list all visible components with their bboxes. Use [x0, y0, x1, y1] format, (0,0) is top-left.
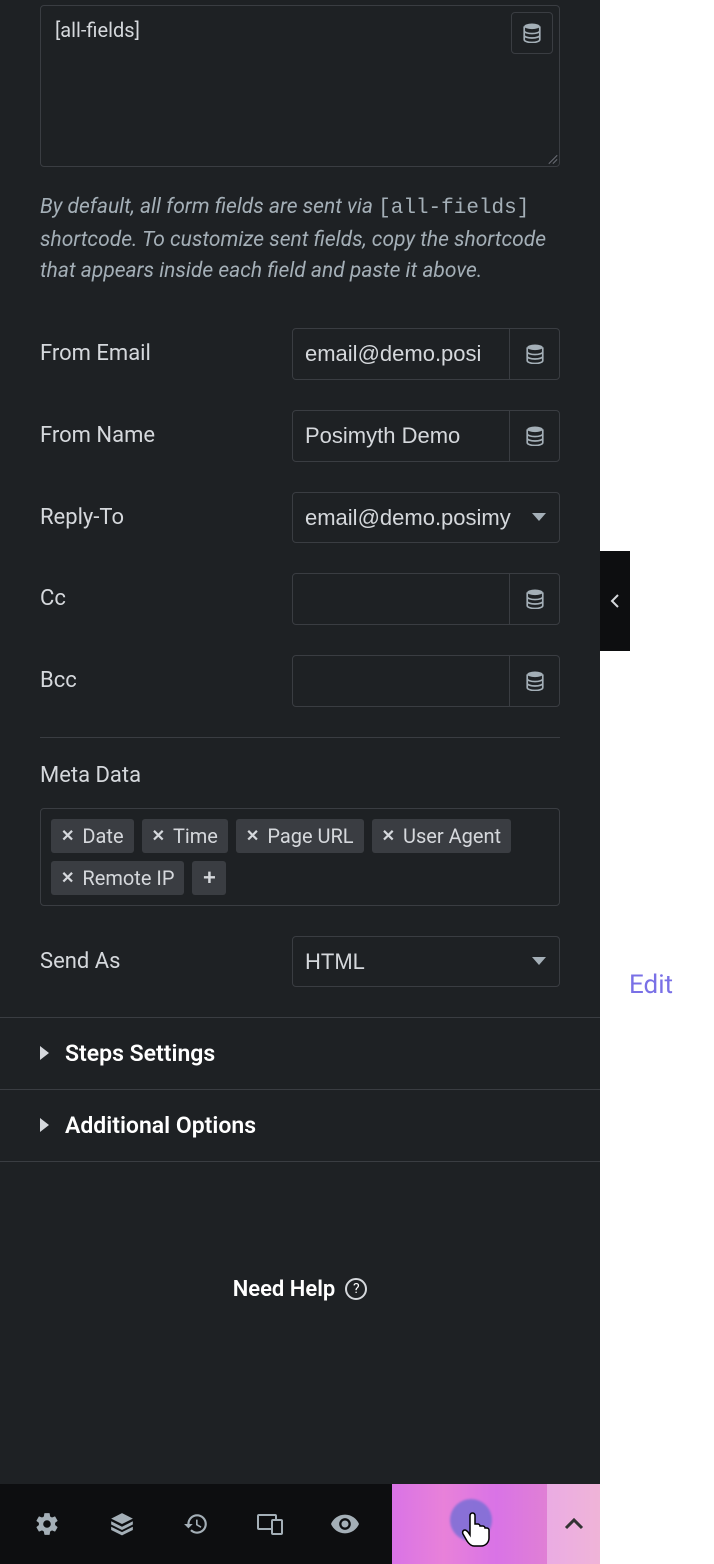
collapse-panel-button[interactable]: [600, 551, 630, 651]
from-name-input[interactable]: [293, 411, 509, 461]
preview-button[interactable]: [325, 1504, 365, 1544]
from-email-label: From Email: [40, 341, 151, 366]
from-name-label: From Name: [40, 423, 155, 448]
responsive-button[interactable]: [250, 1504, 290, 1544]
email-settings-section: [all-fields] By default, all form fields…: [0, 5, 600, 987]
steps-settings-title: Steps Settings: [65, 1040, 215, 1067]
chevron-left-icon: [610, 593, 620, 609]
from-email-control: [292, 328, 560, 380]
publish-button[interactable]: [392, 1484, 600, 1564]
publish-options-button[interactable]: [547, 1484, 600, 1564]
message-body-input[interactable]: [all-fields]: [41, 6, 559, 166]
steps-settings-accordion[interactable]: Steps Settings: [0, 1017, 600, 1089]
editor-panel: [all-fields] By default, all form fields…: [0, 0, 600, 1564]
bcc-dynamic-button[interactable]: [509, 656, 559, 706]
meta-tag[interactable]: ✕User Agent: [372, 819, 512, 853]
additional-options-accordion[interactable]: Additional Options: [0, 1089, 600, 1162]
database-icon: [526, 589, 544, 609]
help-icon: ?: [345, 1278, 367, 1300]
navigator-button[interactable]: [102, 1504, 142, 1544]
eye-icon: [331, 1514, 359, 1534]
meta-tag[interactable]: ✕Date: [51, 819, 134, 853]
from-email-row: From Email: [40, 328, 560, 380]
bcc-input[interactable]: [293, 656, 509, 706]
reply-to-select[interactable]: email@demo.posimy: [292, 492, 560, 543]
send-as-label: Send As: [40, 949, 120, 974]
meta-tag[interactable]: ✕Remote IP: [51, 861, 184, 895]
additional-options-title: Additional Options: [65, 1112, 256, 1139]
from-name-row: From Name: [40, 410, 560, 462]
cc-label: Cc: [40, 586, 66, 611]
bcc-label: Bcc: [40, 668, 77, 693]
close-icon[interactable]: ✕: [61, 826, 74, 845]
history-icon: [183, 1511, 209, 1537]
from-name-dynamic-button[interactable]: [509, 411, 559, 461]
bottom-toolbar: [0, 1484, 600, 1564]
add-meta-button[interactable]: +: [192, 861, 226, 895]
history-button[interactable]: [176, 1504, 216, 1544]
reply-to-row: Reply-To email@demo.posimy: [40, 492, 560, 543]
database-icon: [526, 671, 544, 691]
from-name-control: [292, 410, 560, 462]
cc-dynamic-button[interactable]: [509, 574, 559, 624]
chevron-up-icon: [564, 1518, 584, 1530]
edit-link[interactable]: Edit: [629, 970, 673, 1000]
bcc-control: [292, 655, 560, 707]
caret-right-icon: [40, 1118, 49, 1132]
divider: [40, 737, 560, 738]
meta-data-label: Meta Data: [40, 763, 560, 788]
message-body-wrapper: [all-fields]: [40, 5, 560, 167]
cc-input[interactable]: [293, 574, 509, 624]
close-icon[interactable]: ✕: [152, 826, 165, 845]
responsive-icon: [256, 1512, 284, 1536]
close-icon[interactable]: ✕: [61, 868, 74, 887]
gear-icon: [34, 1511, 60, 1537]
database-icon: [526, 344, 544, 364]
message-help-text: By default, all form fields are sent via…: [40, 192, 560, 288]
plus-icon: +: [203, 865, 216, 891]
close-icon[interactable]: ✕: [246, 826, 259, 845]
send-as-row: Send As HTML: [40, 936, 560, 987]
send-as-select[interactable]: HTML: [292, 936, 560, 987]
from-email-dynamic-button[interactable]: [509, 329, 559, 379]
meta-tag[interactable]: ✕Page URL: [236, 819, 364, 853]
need-help-link[interactable]: Need Help ?: [0, 1277, 600, 1302]
cc-row: Cc: [40, 573, 560, 625]
bcc-row: Bcc: [40, 655, 560, 707]
reply-to-label: Reply-To: [40, 505, 124, 530]
cc-control: [292, 573, 560, 625]
layers-icon: [109, 1511, 135, 1537]
database-icon: [523, 23, 541, 43]
meta-tag[interactable]: ✕Time: [142, 819, 228, 853]
meta-tags-container: ✕Date ✕Time ✕Page URL ✕User Agent ✕Remot…: [40, 808, 560, 906]
message-dynamic-button[interactable]: [511, 12, 553, 54]
settings-button[interactable]: [27, 1504, 67, 1544]
click-indicator: [450, 1499, 492, 1541]
from-email-input[interactable]: [293, 329, 509, 379]
caret-right-icon: [40, 1046, 49, 1060]
database-icon: [526, 426, 544, 446]
close-icon[interactable]: ✕: [382, 826, 395, 845]
